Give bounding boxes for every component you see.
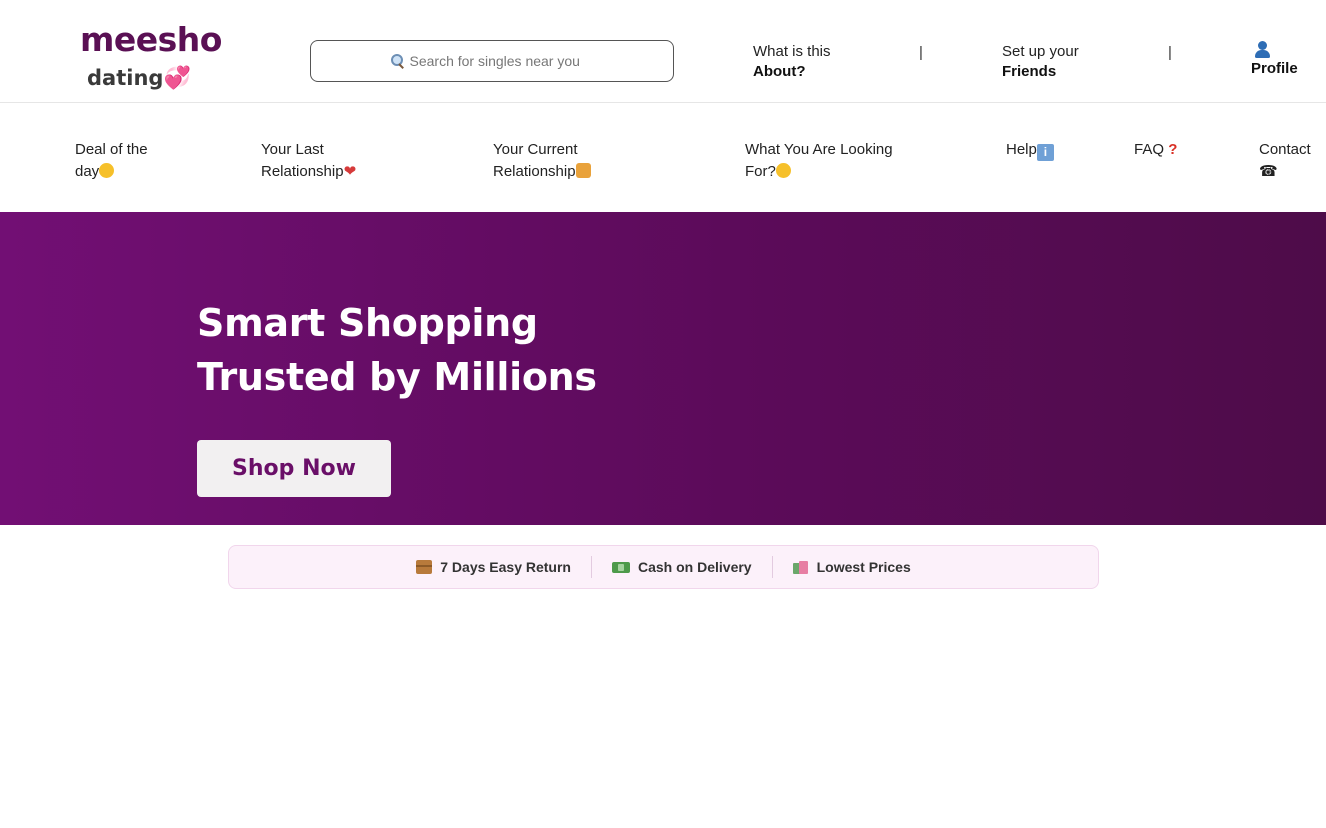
nav-item-label: FAQ <box>1134 141 1165 158</box>
feature-lowest-prices: Lowest Prices <box>771 556 931 578</box>
category-nav: Deal of the day Your Last Relationship❤ … <box>0 104 1326 212</box>
hero-title-line2: Trusted by Millions <box>197 355 597 399</box>
cash-icon <box>611 561 630 573</box>
hero-title: Smart Shopping Trusted by Millions <box>197 296 597 404</box>
nav-item-faq[interactable]: FAQ ? <box>1134 139 1177 161</box>
feature-label: 7 Days Easy Return <box>440 559 571 575</box>
nav-item-label: Contact <box>1259 141 1311 158</box>
site-header: meesho dating💞 What is this About? | Set… <box>0 0 1326 103</box>
nav-item-label: day <box>75 163 100 180</box>
about-link-line2: About? <box>753 63 806 80</box>
thinking-face-icon <box>775 163 791 178</box>
hero-title-line1: Smart Shopping <box>197 301 538 345</box>
nav-item-label: Help <box>1006 141 1037 158</box>
search-bar[interactable] <box>310 40 674 82</box>
nav-item-looking-for[interactable]: What You Are Looking For? <box>745 139 893 183</box>
logo-text[interactable]: meesho <box>80 20 222 59</box>
nav-item-label: For? <box>745 163 776 180</box>
nav-item-label: Your Last <box>261 141 324 158</box>
search-input[interactable] <box>409 53 595 69</box>
nav-item-label: Relationship <box>493 163 576 180</box>
question-mark-icon: ? <box>1168 141 1178 158</box>
broken-heart-icon: ❤ <box>343 163 357 180</box>
shop-now-button[interactable]: Shop Now <box>197 440 391 497</box>
header-separator: | <box>919 44 923 61</box>
friends-link-line1: Set up your <box>1002 43 1079 60</box>
feature-label: Lowest Prices <box>816 559 911 575</box>
header-separator: | <box>1168 44 1172 61</box>
nav-item-label: Relationship <box>261 163 344 180</box>
search-icon <box>390 54 404 68</box>
nav-item-label: What You Are Looking <box>745 141 893 158</box>
features-bar: 7 Days Easy Return Cash on Delivery Lowe… <box>228 545 1099 589</box>
nav-item-label: Deal of the <box>75 141 148 158</box>
profile-link[interactable]: Profile <box>1251 41 1298 79</box>
nav-item-contact[interactable]: Contact ☎ <box>1259 139 1311 183</box>
feature-easy-return: 7 Days Easy Return <box>396 556 591 578</box>
feature-label: Cash on Delivery <box>637 559 752 575</box>
user-icon <box>1253 41 1273 59</box>
about-link-line1: What is this <box>753 43 831 60</box>
profile-label: Profile <box>1251 60 1298 77</box>
package-icon <box>416 560 433 574</box>
feature-cash-on-delivery: Cash on Delivery <box>590 556 772 578</box>
nav-item-help[interactable]: Help i <box>1006 139 1054 161</box>
nav-item-current-relationship[interactable]: Your Current Relationship <box>493 139 591 183</box>
hearts-icon: 💞 <box>163 66 191 91</box>
logo-subtitle[interactable]: dating💞 <box>87 66 191 91</box>
about-link[interactable]: What is this About? <box>753 42 831 82</box>
nav-item-last-relationship[interactable]: Your Last Relationship❤ <box>261 139 356 183</box>
friends-link-line2: Friends <box>1002 63 1057 80</box>
couple-icon <box>575 163 591 178</box>
nav-item-deal-of-the-day[interactable]: Deal of the day <box>75 139 148 183</box>
shopping-bags-icon <box>792 559 809 575</box>
friends-link[interactable]: Set up your Friends <box>1002 42 1079 82</box>
smiley-icon <box>99 163 115 178</box>
nav-item-label: Your Current <box>493 141 578 158</box>
phone-icon: ☎ <box>1259 163 1278 180</box>
hero-banner: Smart Shopping Trusted by Millions Shop … <box>0 212 1326 525</box>
info-icon: i <box>1036 144 1054 161</box>
logo-subtitle-text: dating <box>87 66 164 90</box>
